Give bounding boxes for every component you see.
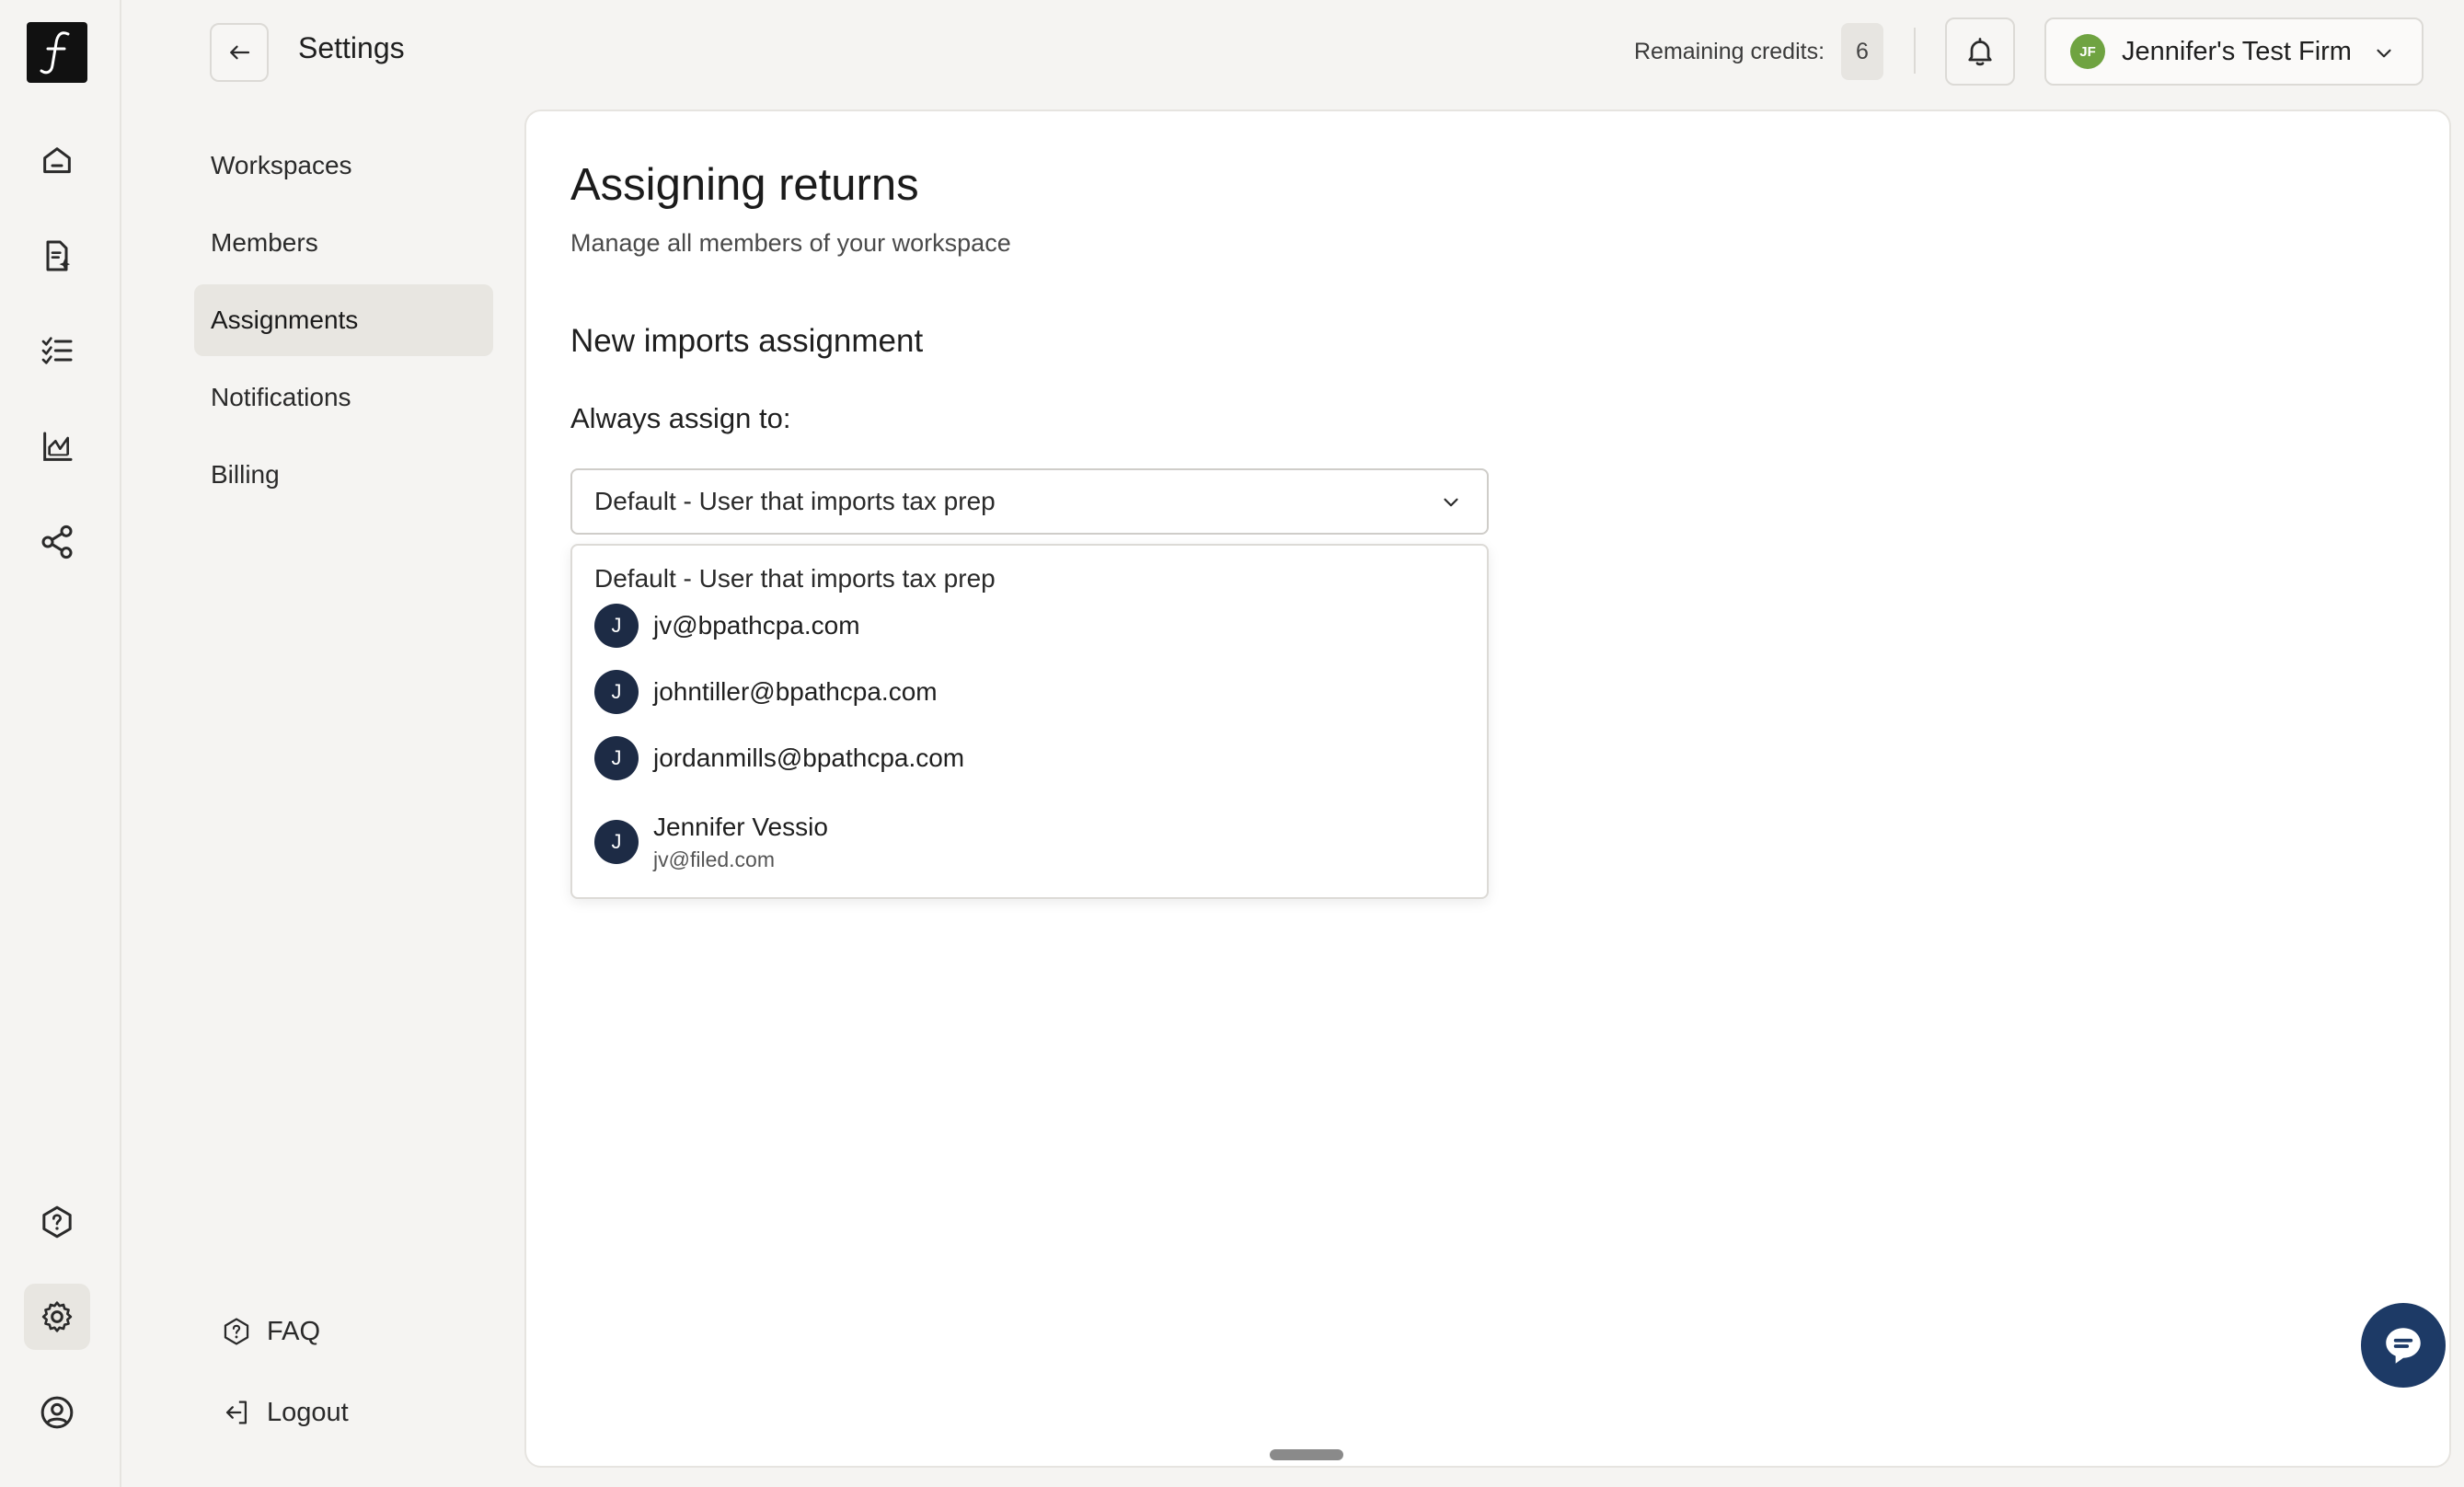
logout-icon — [225, 1401, 248, 1424]
settings-nav-assignments[interactable]: Assignments — [194, 284, 493, 356]
chevron-down-icon — [2377, 49, 2391, 58]
nav-returns[interactable] — [24, 223, 90, 289]
faq-link[interactable]: FAQ — [221, 1308, 320, 1354]
option-email: jv@filed.com — [653, 847, 775, 871]
option-label: Jennifer Vessio — [653, 812, 828, 841]
avatar: J — [594, 604, 639, 648]
back-button[interactable] — [210, 23, 269, 82]
icon-rail — [0, 0, 121, 1487]
option-user[interactable]: J jv@bpathcpa.com — [594, 598, 1468, 653]
share-icon — [41, 524, 73, 559]
settings-nav-members[interactable]: Members — [194, 207, 493, 279]
help-icon — [224, 1318, 249, 1345]
assignee-select[interactable]: Default - User that imports tax prep — [570, 468, 1489, 535]
faq-label: FAQ — [267, 1316, 321, 1346]
option-user[interactable]: J Jennifer Vessio jv@filed.com — [594, 801, 1468, 883]
avatar: J — [594, 820, 639, 864]
avatar: J — [594, 736, 639, 780]
chat-support-button[interactable] — [2361, 1303, 2446, 1388]
user-circle-icon — [40, 1396, 74, 1429]
panel-subtitle: Manage all members of your workspace — [570, 229, 1011, 257]
chat-bubble-icon — [2386, 1328, 2421, 1364]
app-logo[interactable] — [27, 22, 87, 83]
logout-label: Logout — [267, 1397, 349, 1427]
help-icon — [42, 1205, 72, 1239]
notifications-button[interactable] — [1945, 17, 2015, 86]
document-sparkle-icon — [46, 240, 71, 271]
credits-label: Remaining credits: — [1634, 39, 1825, 64]
settings-nav-billing[interactable]: Billing — [194, 439, 493, 511]
assignee-dropdown-menu: Default - User that imports tax prep J j… — [570, 544, 1489, 899]
option-label: jv@bpathcpa.com — [653, 611, 860, 640]
section-title: New imports assignment — [570, 323, 924, 359]
home-icon — [43, 147, 71, 174]
settings-nav-notifications[interactable]: Notifications — [194, 362, 493, 433]
avatar: J — [594, 670, 639, 714]
option-user[interactable]: J jordanmills@bpathcpa.com — [594, 731, 1468, 786]
gear-icon — [41, 1301, 73, 1332]
top-divider — [1914, 28, 1916, 74]
nav-tasks[interactable] — [24, 317, 90, 384]
nav-help[interactable] — [24, 1189, 90, 1255]
scroll-handle[interactable] — [1270, 1449, 1343, 1460]
nav-profile[interactable] — [24, 1379, 90, 1446]
assignee-select-value: Default - User that imports tax prep — [594, 487, 996, 515]
bell-icon — [1968, 38, 1992, 66]
panel-title: Assigning returns — [570, 160, 919, 210]
logo-icon — [40, 31, 70, 75]
main-panel: Assigning returns Manage all members of … — [524, 110, 2451, 1468]
nav-integrations[interactable] — [24, 509, 90, 575]
firm-switcher[interactable]: JF Jennifer's Test Firm — [2044, 17, 2424, 86]
credits-badge: 6 — [1841, 23, 1883, 80]
option-label: jordanmills@bpathcpa.com — [653, 744, 965, 772]
option-label: johntiller@bpathcpa.com — [653, 677, 938, 706]
chevron-down-icon — [1444, 498, 1458, 507]
option-text-block: Jennifer Vessio jv@filed.com — [653, 813, 828, 872]
assign-field-label: Always assign to: — [570, 402, 791, 434]
firm-avatar: JF — [2070, 34, 2105, 69]
nav-home[interactable] — [24, 128, 90, 194]
option-user[interactable]: J johntiller@bpathcpa.com — [594, 664, 1468, 720]
nav-settings[interactable] — [24, 1284, 90, 1350]
option-default[interactable]: Default - User that imports tax prep — [594, 564, 996, 594]
nav-analytics[interactable] — [24, 414, 90, 480]
checklist-icon — [41, 337, 73, 364]
firm-name: Jennifer's Test Firm — [2122, 36, 2352, 66]
settings-nav-workspaces[interactable]: Workspaces — [194, 130, 493, 202]
app-root: Settings Remaining credits: 6 JF Jennife… — [0, 0, 2464, 1487]
logout-link[interactable]: Logout — [221, 1389, 349, 1435]
page-title: Settings — [298, 31, 405, 64]
chart-icon — [43, 432, 73, 461]
arrow-left-icon — [230, 45, 250, 60]
